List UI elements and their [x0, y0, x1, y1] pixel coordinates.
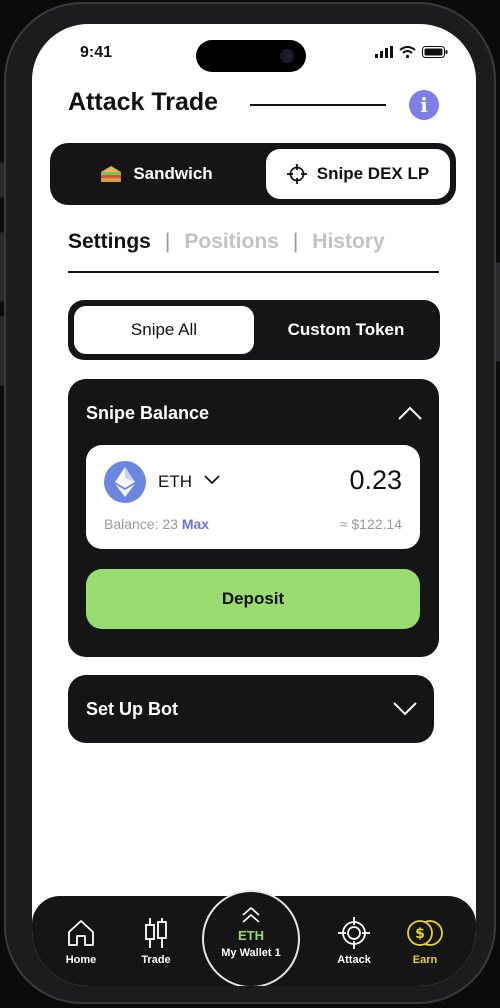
mode-snipe-dex-lp-button[interactable]: Snipe DEX LP [266, 149, 450, 199]
status-time: 9:41 [80, 44, 113, 61]
tab-history[interactable]: History [312, 230, 384, 254]
status-icons [375, 46, 448, 58]
target-icon [338, 917, 370, 949]
mode-switch: Sandwich Snipe DEX LP [50, 143, 456, 205]
tabs-underline [68, 271, 439, 273]
usd-value: ≈ $122.14 [339, 516, 402, 532]
token-selector[interactable]: ETH [158, 472, 192, 492]
snipe-balance-card: Snipe Balance ETH 0.23 Balance: 23 Max ≈… [68, 379, 439, 657]
home-icon [68, 920, 94, 946]
deposit-button[interactable]: Deposit [86, 569, 420, 629]
tab-settings[interactable]: Settings [68, 230, 151, 254]
volume-up-button [0, 232, 4, 302]
svg-text:$: $ [415, 926, 425, 942]
balance-text: Balance: 23 Max [104, 516, 209, 532]
ethereum-icon [104, 461, 146, 503]
chevron-up-icon[interactable] [397, 405, 423, 421]
signal-icon [375, 46, 393, 58]
section-tabs: Settings | Positions | History [68, 230, 385, 254]
wallet-name: My Wallet 1 [221, 947, 281, 959]
phone-frame: 9:41 Attack Trade i Sandwich Snipe DEX L… [0, 2, 500, 1004]
tab-separator: | [292, 230, 299, 253]
dynamic-island [196, 40, 306, 72]
snipe-all-button[interactable]: Snipe All [74, 306, 254, 354]
volume-down-button [0, 316, 4, 386]
wifi-icon [399, 46, 416, 58]
tab-home[interactable]: Home [46, 896, 116, 986]
status-bar: 9:41 [32, 24, 476, 80]
chevron-down-icon[interactable] [392, 701, 418, 717]
max-button[interactable]: Max [182, 516, 209, 532]
tab-home-label: Home [65, 954, 97, 966]
camera-icon [280, 49, 294, 63]
tab-trade[interactable]: Trade [121, 896, 191, 986]
chevron-down-icon[interactable] [204, 475, 220, 485]
snipe-balance-title: Snipe Balance [86, 403, 210, 423]
custom-token-button[interactable]: Custom Token [258, 306, 434, 354]
balance-value: Balance: 23 [104, 516, 178, 532]
tab-earn[interactable]: $ Earn [390, 896, 460, 986]
set-up-bot-card[interactable]: Set Up Bot [68, 675, 434, 743]
power-button [496, 262, 500, 362]
tab-attack-label: Attack [337, 954, 371, 966]
page-title: Attack Trade [68, 88, 219, 116]
mode-snipe-label: Snipe DEX LP [316, 164, 430, 183]
amount-input[interactable]: 0.23 [349, 465, 402, 496]
balance-box: ETH 0.23 Balance: 23 Max ≈ $122.14 [86, 445, 420, 549]
app-screen: 9:41 Attack Trade i Sandwich Snipe DEX L… [32, 24, 476, 986]
wallet-button[interactable]: ETH My Wallet 1 [202, 890, 300, 986]
battery-icon [422, 46, 448, 58]
info-button[interactable]: i [409, 90, 439, 120]
mode-sandwich-label: Sandwich [133, 164, 213, 183]
snipe-scope-toggle: Snipe All Custom Token [68, 300, 440, 360]
sandwich-icon [101, 166, 122, 182]
tab-trade-label: Trade [141, 954, 171, 966]
wallet-token: ETH [238, 928, 264, 943]
tab-separator: | [164, 230, 171, 253]
candlestick-icon [145, 918, 167, 948]
mute-switch [0, 162, 4, 198]
crosshair-icon [286, 164, 307, 184]
double-chevron-up-icon [242, 906, 260, 923]
mode-sandwich-button[interactable]: Sandwich [58, 149, 254, 199]
set-up-bot-title: Set Up Bot [86, 699, 178, 719]
title-divider [250, 104, 386, 106]
coins-icon: $ [407, 920, 443, 946]
tab-positions[interactable]: Positions [184, 230, 279, 254]
tab-earn-label: Earn [412, 954, 438, 966]
tab-attack[interactable]: Attack [319, 896, 389, 986]
